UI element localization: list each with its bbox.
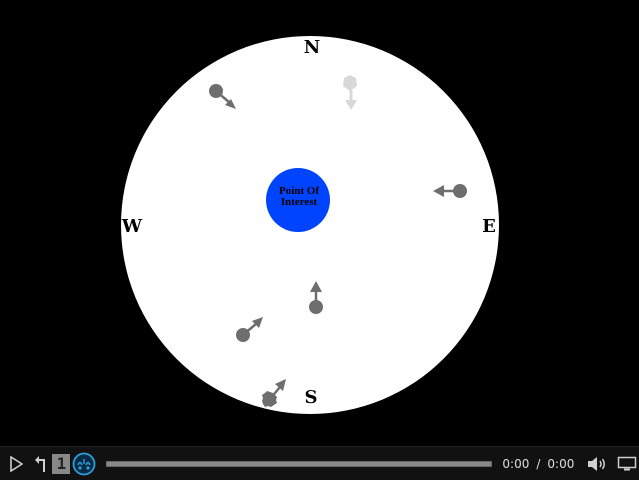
volume-icon bbox=[587, 456, 605, 471]
north-label: N bbox=[304, 37, 320, 58]
audio-description-button[interactable] bbox=[72, 449, 96, 479]
return-icon bbox=[35, 455, 46, 472]
player-controls: 1 0:00 / 0:00 bbox=[0, 446, 639, 480]
return-button[interactable] bbox=[32, 449, 50, 479]
compass-diagram: N S E W Point Of Interest bbox=[121, 36, 499, 414]
play-button[interactable] bbox=[0, 449, 32, 479]
volume-button[interactable] bbox=[584, 449, 609, 479]
screen-icon bbox=[618, 456, 637, 470]
total-time: 0:00 bbox=[547, 456, 575, 471]
play-icon bbox=[10, 455, 24, 472]
progress-bar[interactable] bbox=[106, 460, 493, 467]
speed-button[interactable]: 1 bbox=[52, 453, 71, 474]
poi-label-line2: Interest bbox=[281, 196, 318, 208]
speed-label: 1 bbox=[56, 454, 67, 473]
south-label: S bbox=[305, 387, 318, 408]
screen-button[interactable] bbox=[616, 449, 639, 479]
west-label: W bbox=[121, 216, 143, 237]
time-separator: / bbox=[536, 456, 541, 471]
video-stage[interactable]: N S E W Point Of Interest bbox=[0, 0, 639, 446]
current-time: 0:00 bbox=[502, 456, 530, 471]
audio-description-icon bbox=[73, 452, 96, 475]
east-label: E bbox=[482, 216, 496, 237]
